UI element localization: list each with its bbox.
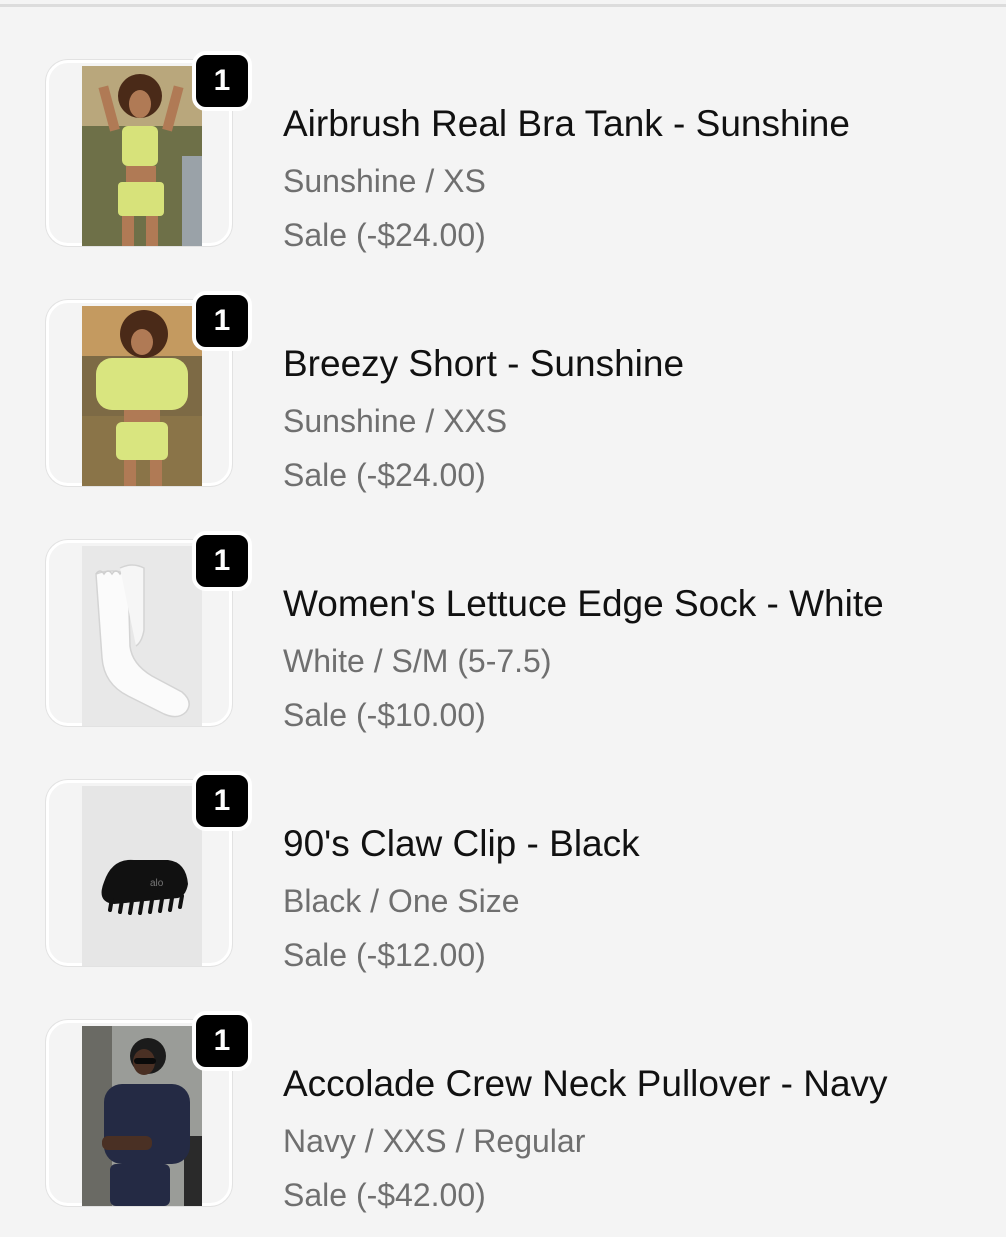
- product-title[interactable]: Airbrush Real Bra Tank - Sunshine: [283, 101, 850, 147]
- product-variant: White / S/M (5-7.5): [283, 643, 552, 679]
- product-image: [82, 1026, 202, 1206]
- quantity-badge: 1: [192, 771, 252, 831]
- product-variant: Black / One Size: [283, 883, 520, 919]
- list-item[interactable]: alo 1 90's Claw Clip - Black Black / One…: [0, 764, 1006, 974]
- list-item[interactable]: 1 Airbrush Real Bra Tank - Sunshine Suns…: [0, 44, 1006, 254]
- product-title[interactable]: Breezy Short - Sunshine: [283, 341, 684, 387]
- product-image: alo: [82, 786, 202, 966]
- quantity-badge: 1: [192, 291, 252, 351]
- product-title[interactable]: 90's Claw Clip - Black: [283, 821, 640, 867]
- sale-discount: Sale (-$42.00): [283, 1177, 486, 1213]
- sale-discount: Sale (-$24.00): [283, 217, 486, 253]
- product-variant: Sunshine / XXS: [283, 403, 508, 439]
- quantity-badge: 1: [192, 531, 252, 591]
- quantity-badge: 1: [192, 1011, 252, 1071]
- product-image: [82, 546, 202, 726]
- sale-discount: Sale (-$12.00): [283, 937, 486, 973]
- list-item[interactable]: 1 Accolade Crew Neck Pullover - Navy Nav…: [0, 1004, 1006, 1214]
- product-image: [82, 306, 202, 486]
- sale-discount: Sale (-$10.00): [283, 697, 486, 733]
- list-item[interactable]: 1 Women's Lettuce Edge Sock - White Whit…: [0, 524, 1006, 734]
- sale-discount: Sale (-$24.00): [283, 457, 486, 493]
- product-variant: Sunshine / XS: [283, 163, 486, 199]
- product-title[interactable]: Women's Lettuce Edge Sock - White: [283, 581, 884, 627]
- product-image: [82, 66, 202, 246]
- product-title[interactable]: Accolade Crew Neck Pullover - Navy: [283, 1061, 888, 1107]
- svg-text:alo: alo: [150, 878, 164, 889]
- quantity-badge: 1: [192, 51, 252, 111]
- list-item[interactable]: 1 Breezy Short - Sunshine Sunshine / XXS…: [0, 284, 1006, 494]
- product-variant: Navy / XXS / Regular: [283, 1123, 586, 1159]
- top-divider: [0, 4, 1006, 7]
